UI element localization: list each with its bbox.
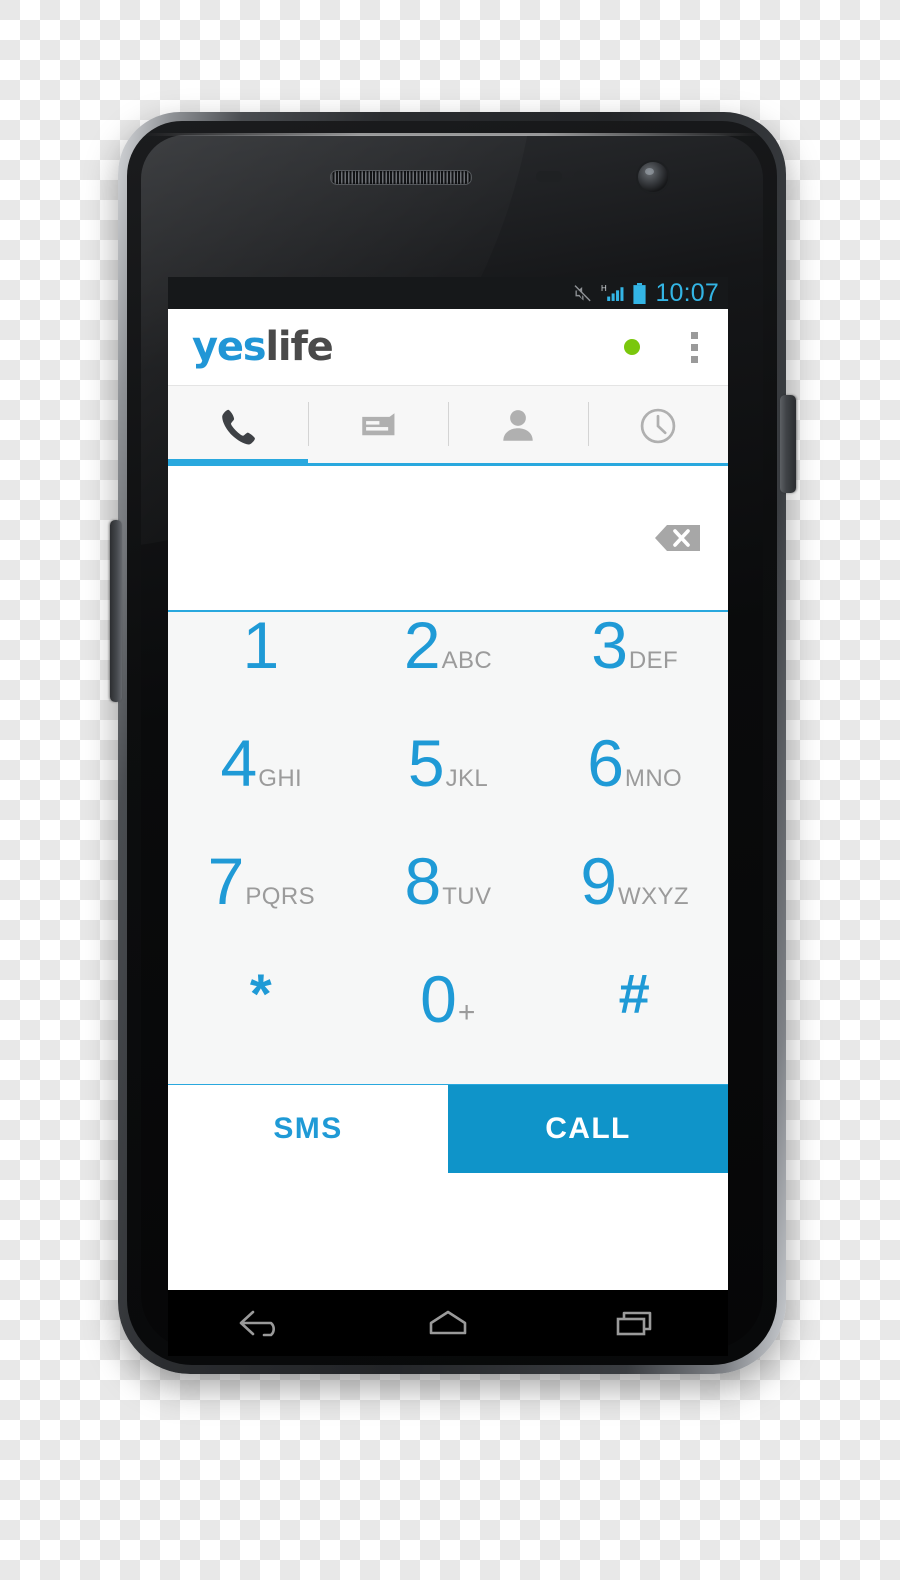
dialpad-key-star[interactable]: * bbox=[168, 966, 355, 1084]
earpiece-grille bbox=[330, 170, 472, 185]
app-logo: yeslife bbox=[192, 324, 334, 370]
dialpad-key-2[interactable]: 2 ABC bbox=[355, 612, 542, 730]
home-icon bbox=[429, 1310, 467, 1335]
tab-contacts[interactable] bbox=[448, 386, 588, 466]
dialpad-key-5[interactable]: 5 JKL bbox=[355, 730, 542, 848]
person-icon bbox=[503, 410, 533, 441]
dialpad-letters: PQRS bbox=[245, 883, 315, 910]
dialpad-letters: WXYZ bbox=[618, 883, 689, 910]
online-status-indicator bbox=[624, 339, 640, 355]
brand-yes: yes bbox=[192, 324, 267, 370]
sms-button[interactable]: SMS bbox=[168, 1085, 448, 1173]
dialpad-key-0[interactable]: 0 + bbox=[355, 966, 542, 1084]
svg-text:H: H bbox=[601, 284, 607, 293]
dialpad-key-6[interactable]: 6 MNO bbox=[541, 730, 728, 848]
dialpad-letters: JKL bbox=[445, 765, 489, 792]
overflow-dot bbox=[690, 331, 698, 339]
backspace-icon[interactable] bbox=[638, 517, 704, 559]
phone-icon bbox=[222, 409, 255, 445]
overflow-menu-icon[interactable] bbox=[680, 328, 708, 367]
dialpad-letters: + bbox=[457, 996, 476, 1029]
dialpad-digit: 7 bbox=[207, 844, 245, 918]
dialpad-key-9[interactable]: 9 WXYZ bbox=[541, 848, 728, 966]
signal-h-icon: H bbox=[601, 284, 624, 301]
mute-icon bbox=[574, 285, 592, 302]
overflow-dot bbox=[690, 355, 698, 363]
dialpad-letters: GHI bbox=[258, 765, 303, 792]
proximity-sensor bbox=[536, 171, 562, 182]
dialpad-key-4[interactable]: 4 GHI bbox=[168, 730, 355, 848]
dialpad-digit: 2 bbox=[403, 608, 441, 682]
recents-icon bbox=[616, 1311, 651, 1336]
nav-home-button[interactable] bbox=[388, 1298, 508, 1348]
dialpad-letters: TUV bbox=[442, 883, 492, 910]
nav-recents-button[interactable] bbox=[575, 1298, 695, 1348]
dialpad-digit: * bbox=[249, 962, 272, 1025]
call-button[interactable]: CALL bbox=[448, 1085, 728, 1173]
dialpad-digit: 9 bbox=[580, 844, 617, 918]
status-bar: H 10:07 bbox=[168, 277, 728, 309]
dialpad-key-hash[interactable]: # bbox=[541, 966, 728, 1084]
phone-screen: H 10:07 yeslife 1 2 ABC 3 DEF 4 GHI 5 JK… bbox=[168, 277, 728, 1290]
dialpad-key-1[interactable]: 1 bbox=[168, 612, 355, 730]
tab-active-underline bbox=[168, 459, 308, 466]
dialpad-digit: 1 bbox=[242, 608, 279, 682]
clock-icon bbox=[640, 408, 676, 444]
power-button[interactable] bbox=[780, 395, 796, 493]
action-bar: yeslife bbox=[168, 309, 728, 385]
dialpad-letters: DEF bbox=[628, 647, 679, 674]
dialpad-digit: 5 bbox=[407, 726, 445, 800]
tab-bar bbox=[168, 385, 728, 466]
android-navigation-bar bbox=[168, 1290, 728, 1356]
dialpad-letters: ABC bbox=[441, 647, 493, 674]
dialpad-key-7[interactable]: 7 PQRS bbox=[168, 848, 355, 966]
dialpad-digit: 6 bbox=[587, 726, 624, 800]
brand-life: life bbox=[265, 324, 333, 370]
bezel-highlight bbox=[143, 133, 761, 136]
message-icon bbox=[362, 413, 395, 436]
dialpad-digit: 3 bbox=[591, 608, 628, 682]
dialpad-key-8[interactable]: 8 TUV bbox=[355, 848, 542, 966]
tab-dialer[interactable] bbox=[168, 386, 308, 466]
dialpad-digit: 8 bbox=[404, 844, 442, 918]
back-icon bbox=[240, 1310, 276, 1337]
front-camera-glint bbox=[645, 168, 654, 175]
dialpad-letters: MNO bbox=[624, 765, 683, 792]
overflow-dot bbox=[690, 343, 698, 351]
dialpad-key-3[interactable]: 3 DEF bbox=[541, 612, 728, 730]
light-sensor bbox=[574, 171, 586, 182]
tab-messages[interactable] bbox=[308, 386, 448, 466]
bottom-action-bar: SMS CALL bbox=[168, 1084, 728, 1173]
nav-back-button[interactable] bbox=[201, 1298, 321, 1348]
tab-recents[interactable] bbox=[588, 386, 728, 466]
dialpad-digit: # bbox=[618, 962, 650, 1025]
status-clock: 10:07 bbox=[655, 278, 719, 307]
dialpad-digit: 4 bbox=[220, 726, 258, 800]
dialpad-digit: 0 bbox=[420, 962, 457, 1036]
volume-rocker[interactable] bbox=[110, 520, 122, 702]
front-camera bbox=[638, 162, 668, 192]
battery-icon bbox=[633, 282, 647, 304]
status-bar-icons: H 10:07 bbox=[573, 279, 719, 308]
dialpad: 1 2 ABC 3 DEF 4 GHI 5 JKL 6 MNO 7 PQRS 8 bbox=[168, 612, 728, 1084]
phone-number-input[interactable] bbox=[168, 466, 728, 612]
